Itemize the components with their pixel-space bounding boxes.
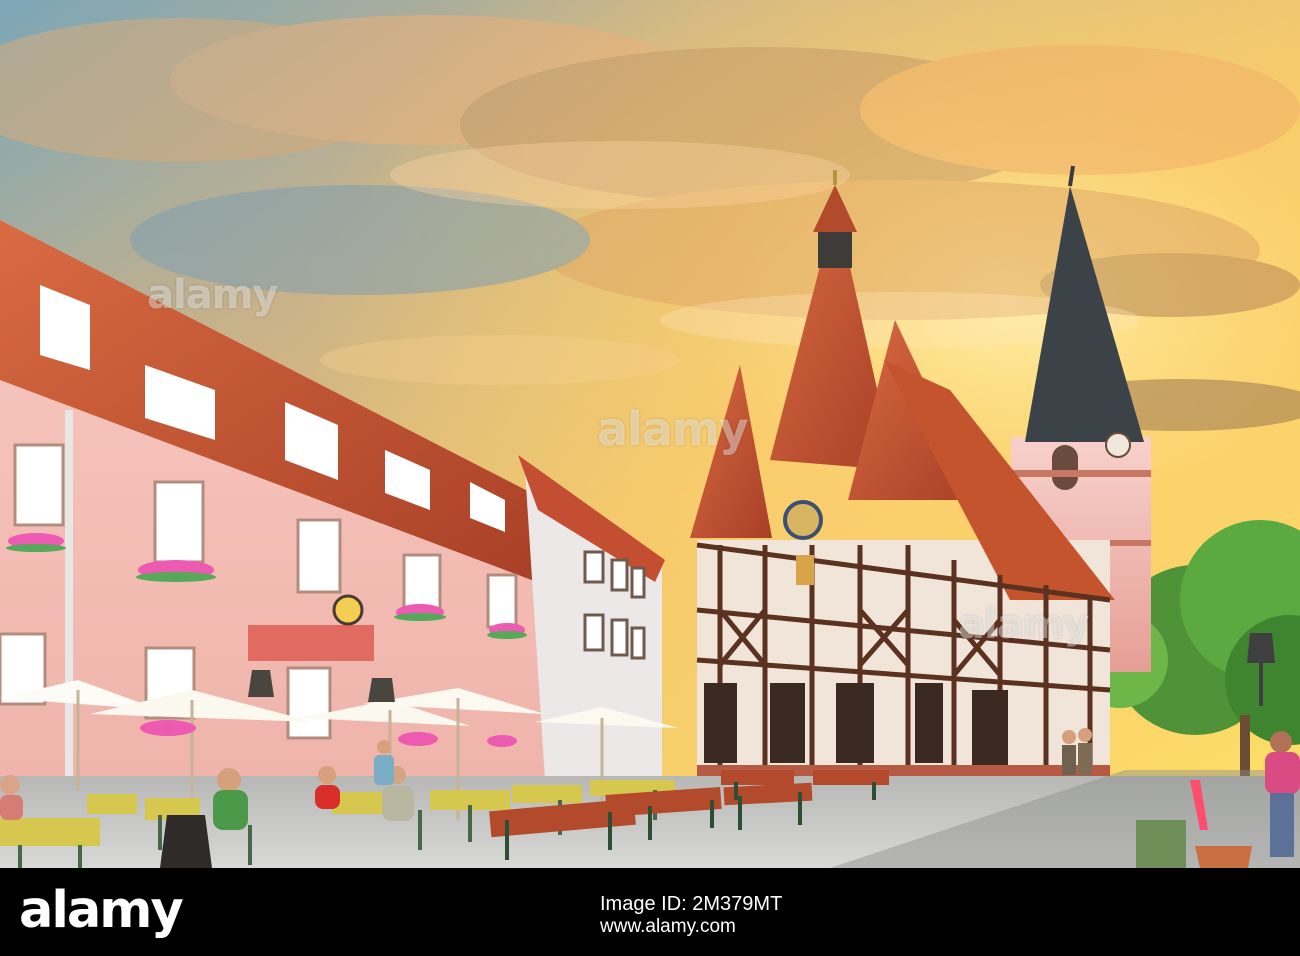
image-id-text: Image ID: 2M379MT bbox=[600, 893, 783, 915]
stock-photo-page: alamy alamy alamy alamy Image ID: 2M379M… bbox=[0, 0, 1300, 956]
stock-footer: alamy Image ID: 2M379MT www.alamy.com bbox=[0, 868, 1300, 956]
stock-photo: alamy alamy alamy bbox=[0, 0, 1300, 868]
footer-info: Image ID: 2M379MT www.alamy.com bbox=[600, 894, 782, 937]
footer-logo: alamy bbox=[19, 881, 184, 940]
photo-scene bbox=[0, 0, 1300, 868]
website-text: www.alamy.com bbox=[600, 916, 736, 937]
